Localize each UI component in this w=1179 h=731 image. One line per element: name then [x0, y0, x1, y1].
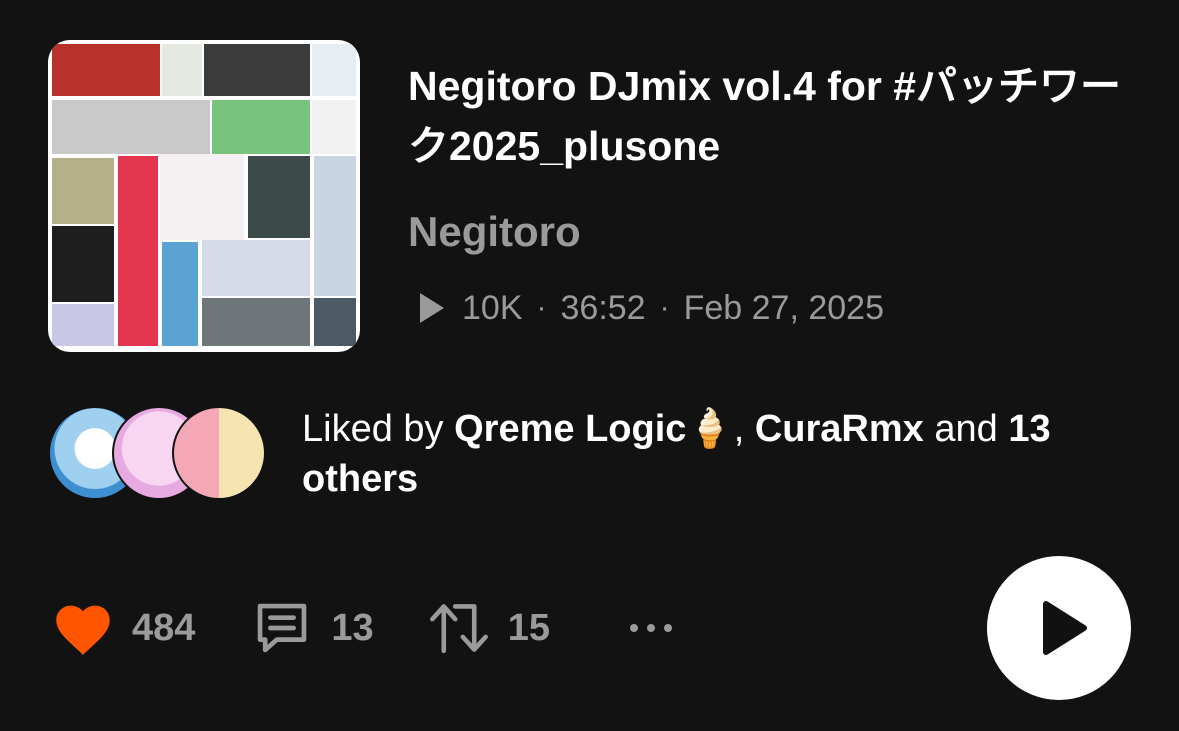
liked-by-text: Liked by Qreme Logic🍦, CuraRmx and 13 ot… — [302, 404, 1122, 504]
liked-by-avatars[interactable] — [48, 406, 268, 502]
liked-by-prefix: Liked by — [302, 408, 444, 450]
liked-user-link[interactable]: Qreme Logic — [454, 408, 686, 450]
comment-button[interactable]: 13 — [251, 597, 374, 659]
artwork-tile — [248, 156, 310, 238]
artwork-tile — [160, 154, 244, 240]
comment-icon — [258, 603, 307, 653]
artwork-tile — [202, 240, 310, 296]
artwork-tile — [204, 44, 310, 96]
avatar — [172, 406, 266, 500]
artwork-tile — [52, 304, 114, 346]
track-date: Feb 27, 2025 — [683, 288, 884, 327]
repost-button[interactable]: 15 — [426, 597, 550, 659]
repost-count: 15 — [507, 606, 550, 649]
artwork-tile — [162, 44, 202, 96]
track-meta: 10K · 36:52 · Feb 27, 2025 — [420, 286, 884, 330]
play-icon — [1043, 601, 1087, 655]
repost-icon — [429, 604, 488, 654]
play-button[interactable] — [987, 556, 1131, 700]
artist-name[interactable]: Negitoro — [408, 208, 581, 256]
comment-count: 13 — [331, 606, 374, 649]
like-count: 484 — [132, 606, 196, 649]
artwork-tile — [52, 226, 114, 302]
meta-separator: · — [659, 291, 670, 324]
artwork-tile — [118, 156, 158, 346]
play-count-icon — [420, 293, 444, 323]
artwork-tile — [212, 100, 310, 154]
track-artwork[interactable] — [48, 40, 360, 352]
meta-separator: · — [536, 291, 547, 324]
artwork-tile — [52, 158, 114, 224]
ice-cream-emoji: 🍦 — [686, 408, 734, 450]
artwork-tile — [314, 156, 356, 296]
liked-by-conjunction: and — [934, 408, 998, 450]
heart-icon — [56, 605, 110, 655]
liked-by-comma: , — [733, 408, 745, 450]
track-title[interactable]: Negitoro DJmix vol.4 for #パッチワーク2025_plu… — [408, 56, 1128, 176]
play-count: 10K — [462, 288, 523, 327]
liked-user-link[interactable]: CuraRmx — [755, 408, 924, 450]
artwork-tile — [314, 298, 356, 346]
artwork-tile — [162, 242, 198, 346]
action-bar: 484 13 15 — [52, 596, 674, 660]
artwork-tile — [52, 100, 210, 154]
like-button[interactable]: 484 — [52, 600, 195, 656]
track-duration: 36:52 — [560, 288, 646, 327]
artwork-tile — [312, 44, 356, 96]
artwork-tile — [202, 298, 310, 346]
more-icon — [629, 624, 672, 632]
artwork-tile — [52, 44, 160, 96]
more-options-button[interactable] — [628, 620, 674, 636]
artwork-tile — [312, 100, 356, 154]
